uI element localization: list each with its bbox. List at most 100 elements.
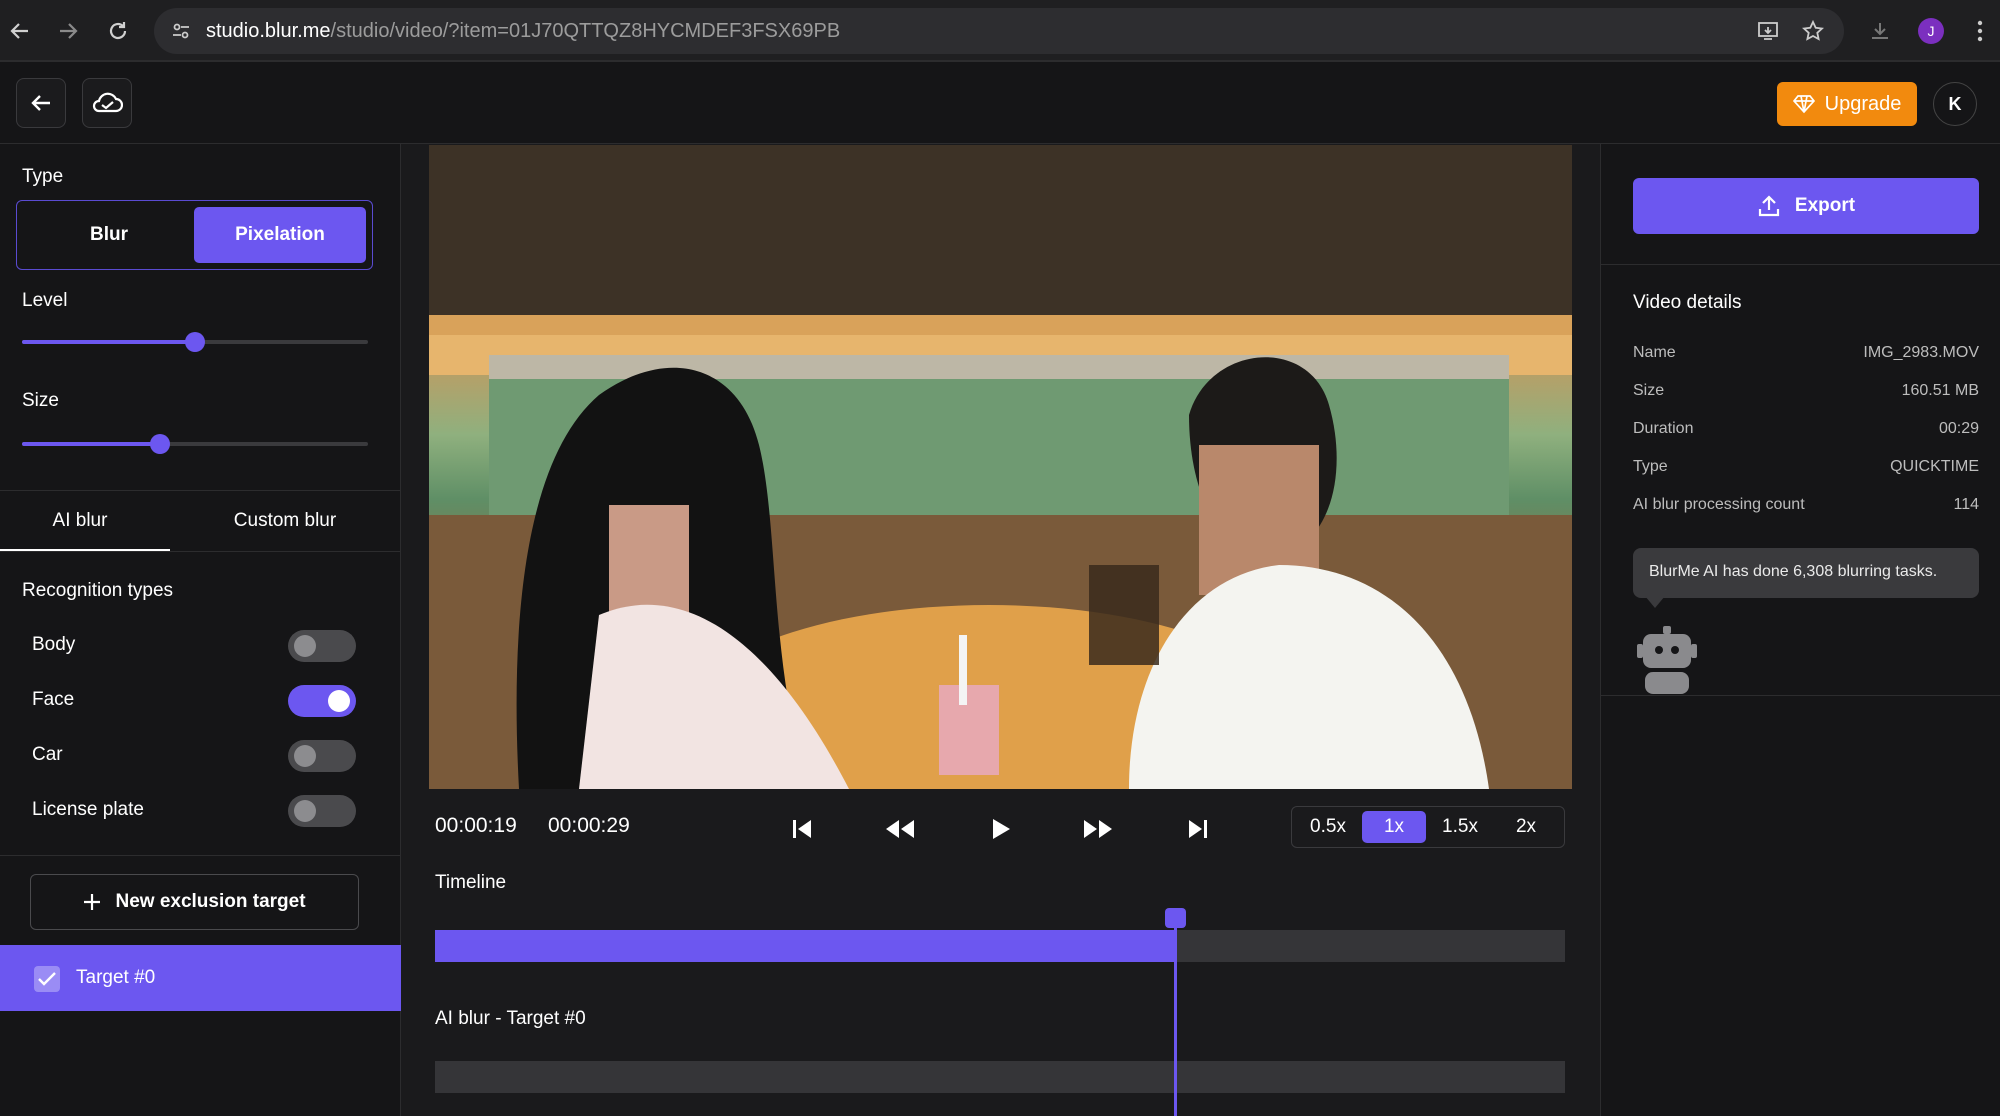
ai-blur-target-track[interactable] [435, 1061, 1565, 1093]
detail-value: 114 [1953, 496, 1979, 513]
detail-value: IMG_2983.MOV [1863, 344, 1979, 361]
speed-1-5x[interactable]: 1.5x [1428, 811, 1492, 843]
speed-1x[interactable]: 1x [1362, 811, 1426, 843]
address-bar[interactable]: studio.blur.me/studio/video/?item=01J70Q… [154, 8, 1844, 54]
speed-0-5x[interactable]: 0.5x [1296, 811, 1360, 843]
tab-ai-blur[interactable]: AI blur [0, 510, 160, 532]
user-avatar[interactable]: K [1933, 82, 1977, 126]
level-slider[interactable] [22, 332, 368, 352]
divider [1601, 264, 2000, 265]
checkmark-icon [38, 972, 56, 986]
detail-value: 00:29 [1938, 420, 1979, 437]
playhead-handle[interactable] [1165, 908, 1187, 928]
detail-value: QUICKTIME [1890, 458, 1979, 475]
total-duration: 00:00:29 [548, 814, 630, 837]
recognition-label: Face [32, 689, 75, 710]
details-panel: Export Video details Name IMG_2983.MOV S… [1600, 144, 2000, 1116]
detail-key: Type [1633, 458, 1668, 475]
recognition-row-license-plate: License plate [32, 795, 362, 829]
tab-custom-blur[interactable]: Custom blur [190, 510, 380, 532]
bookmark-star-icon[interactable] [1798, 16, 1828, 46]
app-header: Upgrade K [0, 62, 2000, 144]
detail-row-type: Type QUICKTIME [1633, 458, 1979, 476]
reload-icon[interactable] [100, 13, 136, 49]
size-slider-fill [22, 442, 161, 446]
detail-row-name: Name IMG_2983.MOV [1633, 344, 1979, 362]
new-exclusion-label: New exclusion target [115, 891, 306, 912]
new-exclusion-target-button[interactable]: New exclusion target [30, 874, 359, 930]
video-frame-image [429, 145, 1572, 789]
recognition-row-body: Body [32, 630, 362, 664]
timeline-progress [435, 930, 1176, 962]
url-host: studio.blur.me [206, 20, 331, 42]
size-slider-handle[interactable] [150, 434, 171, 454]
divider [0, 855, 401, 856]
upgrade-label: Upgrade [1824, 92, 1902, 115]
detail-key: Duration [1633, 420, 1694, 437]
skip-to-end-button[interactable] [1178, 812, 1218, 846]
rewind-icon [886, 820, 914, 838]
download-icon[interactable] [1862, 13, 1898, 49]
skip-back-icon [793, 820, 811, 838]
fast-forward-icon [1084, 820, 1112, 838]
speed-2x[interactable]: 2x [1494, 811, 1558, 843]
skip-to-start-button[interactable] [782, 812, 822, 846]
car-toggle[interactable] [288, 740, 356, 772]
level-slider-fill [22, 340, 195, 344]
video-details-title: Video details [1633, 292, 1742, 313]
recognition-types-label: Recognition types [22, 580, 174, 601]
playhead-line [1174, 914, 1178, 1116]
site-settings-icon[interactable] [166, 16, 196, 46]
arrow-left-icon [31, 95, 50, 111]
face-toggle[interactable] [288, 685, 356, 717]
target-checkbox[interactable] [34, 966, 60, 992]
plus-icon [84, 894, 101, 910]
recognition-row-car: Car [32, 740, 362, 774]
detail-row-size: Size 160.51 MB [1633, 382, 1979, 400]
cloud-check-icon [92, 92, 123, 113]
robot-mascot-icon [1637, 626, 1697, 694]
recognition-label: Body [32, 634, 76, 655]
divider [1601, 695, 2000, 696]
browser-profile-avatar[interactable]: J [1918, 18, 1944, 44]
detail-row-duration: Duration 00:29 [1633, 420, 1979, 438]
back-arrow-icon[interactable] [2, 13, 38, 49]
type-label: Type [22, 166, 64, 187]
export-label: Export [1794, 195, 1856, 216]
ai-stats-tooltip: BlurMe AI has done 6,308 blurring tasks. [1633, 548, 1979, 598]
level-slider-handle[interactable] [185, 332, 205, 352]
forward-arrow-icon[interactable] [50, 13, 86, 49]
install-app-icon[interactable] [1753, 16, 1783, 46]
url-text: studio.blur.me/studio/video/?item=01J70Q… [206, 20, 840, 43]
settings-sidebar: Type Blur Pixelation Level Size AI blur … [0, 144, 401, 1116]
rewind-button[interactable] [880, 812, 920, 846]
detail-key: Size [1633, 382, 1665, 399]
type-option-blur[interactable]: Blur [23, 207, 195, 263]
detail-row-processing-count: AI blur processing count 114 [1633, 496, 1979, 514]
fast-forward-button[interactable] [1078, 812, 1118, 846]
diamond-icon [1792, 95, 1815, 114]
size-slider[interactable] [22, 434, 368, 454]
type-option-pixelation[interactable]: Pixelation [194, 207, 366, 263]
detail-key: AI blur processing count [1633, 496, 1805, 513]
body-toggle[interactable] [288, 630, 356, 662]
level-label: Level [22, 290, 68, 311]
target-item[interactable]: Target #0 [0, 945, 401, 1011]
upload-icon [1758, 195, 1780, 217]
skip-forward-icon [1189, 820, 1207, 838]
timeline-track[interactable] [435, 930, 1565, 962]
video-preview[interactable] [429, 145, 1572, 789]
browser-menu-icon[interactable] [1962, 13, 1998, 49]
target-label: Target #0 [76, 967, 156, 988]
back-button[interactable] [16, 78, 66, 128]
cloud-sync-button[interactable] [82, 78, 132, 128]
video-editor: 00:00:19 00:00:29 0.5x 1x 1.5x 2x Timeli… [402, 144, 1599, 1116]
url-path: /studio/video/?item=01J70QTTQZ8HYCMDEF3F… [330, 20, 841, 42]
license-plate-toggle[interactable] [288, 795, 356, 827]
upgrade-button[interactable]: Upgrade [1777, 82, 1917, 126]
recognition-label: Car [32, 744, 63, 765]
play-button[interactable] [981, 812, 1021, 846]
divider [0, 490, 401, 491]
detail-key: Name [1633, 344, 1676, 361]
export-button[interactable]: Export [1633, 178, 1979, 234]
